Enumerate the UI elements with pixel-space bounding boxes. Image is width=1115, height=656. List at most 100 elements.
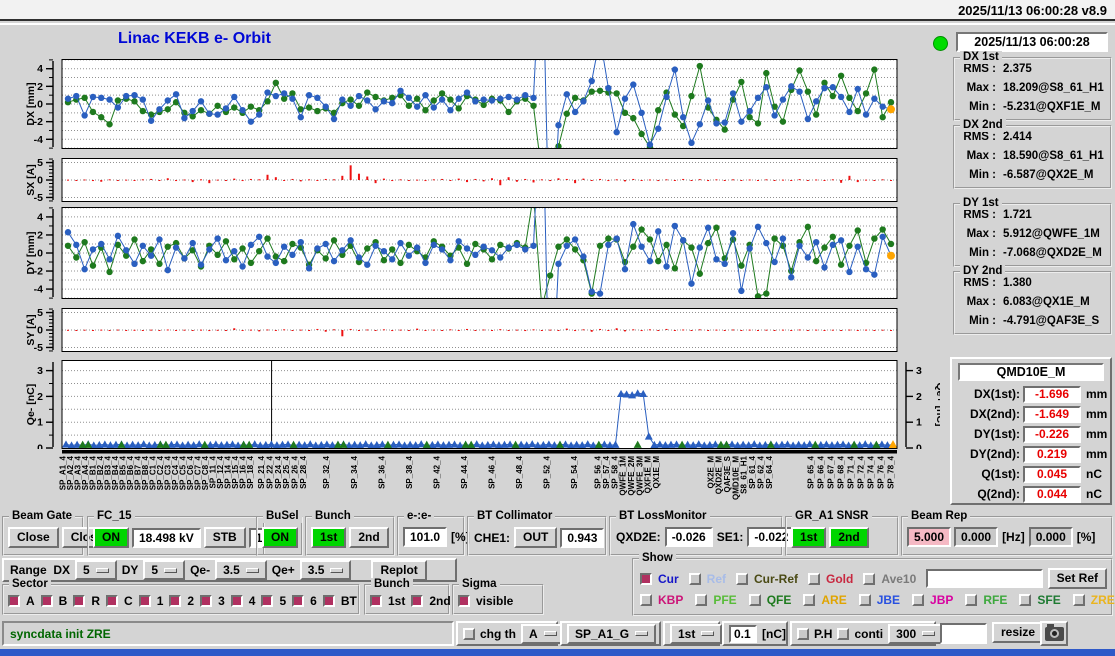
camera-icon [1044,623,1064,641]
checkbox-sector-bt[interactable] [322,595,335,607]
stats-group-dy-2nd: DY 2nd RMS :1.380 Max :6.083@QX1E_M Min : -4… [953,265,1112,335]
group-legend: GR_A1 SNSR [792,510,872,523]
checkbox-bunch-1st[interactable] [370,595,382,607]
dropdown-value: 3.5 [223,563,240,577]
checkbox-show-sfe[interactable] [1019,594,1032,606]
beam-rep-5-000-field[interactable]: 5.000 [907,527,952,547]
bottom-box-3: [nC] [722,621,788,646]
stat-label: Max : [966,228,996,240]
checkbox-show-jbp[interactable] [912,594,925,606]
checkbox-sector-3[interactable] [200,595,213,607]
svg-text:SP_34_4: SP_34_4 [350,455,359,488]
stats-group-dx-2nd: DX 2nd RMS :2.414 Max :18.590@S8_61_H1 Min … [953,119,1112,189]
free-input[interactable] [940,623,987,644]
gr-a1-snsr-1st-button[interactable]: 1st [791,527,827,548]
checkbox-sector-2[interactable] [169,595,182,607]
check-group-bunch: Bunch 1st 2nd [364,578,451,615]
checkbox-show-zre[interactable] [1072,594,1085,606]
svg-text:5: 5 [37,308,43,319]
bottom-box-0: chg th A [456,621,565,646]
checkbox-show-are[interactable] [803,594,816,606]
bottom-box-1: SP_A1_G [560,621,661,646]
checkbox-show-qfe[interactable] [748,594,761,606]
sy-steering-chart: 5 0 -5 SY [A] [0,307,940,354]
stat-value: 6.083@QX1E_M [1003,296,1090,308]
checkbox-chg-th[interactable] [463,627,475,640]
dropdown-sp-a1-g[interactable]: SP_A1_G [567,623,657,644]
stat-value: 18.590@S8_61_H1 [1003,150,1104,162]
e-e-101-0-field[interactable]: 101.0 [403,527,448,547]
checkbox-sector-b[interactable] [40,595,53,607]
range-label-qe: Qe- [190,563,211,577]
dropdown-1st[interactable]: 1st [670,623,723,644]
busel-on-button[interactable]: ON [262,527,298,548]
show-row-1: Cur Ref Cur-Ref Gold Ave10 Set Ref [640,568,1107,589]
dropdown-bar-icon [701,631,715,636]
checkbox-show-ave10[interactable] [863,572,876,585]
checkbox-sector-4[interactable] [230,595,243,607]
dropdown-value: 300 [896,626,917,641]
screenshot-button[interactable] [1040,621,1068,646]
checkbox-show-pfe[interactable] [695,594,708,606]
checkbox-sector-r[interactable] [73,595,86,607]
dropdown-bar-icon [330,567,344,573]
checkbox-sector-c[interactable] [106,595,119,607]
svg-text:SP_32_4: SP_32_4 [322,455,331,488]
svg-text:SP_42_4: SP_42_4 [432,455,441,488]
show-label-cur: Cur [658,571,679,586]
bt-collimator-0-943-field[interactable]: 0.943 [560,527,605,548]
checkbox-p-h[interactable] [797,627,809,640]
dropdown-300[interactable]: 300 [888,623,944,644]
stats-group-dx-1st: DX 1st RMS :2.375 Max :18.209@S8_61_H1 Min … [953,51,1112,121]
monitor-row-value: 0.219 [1023,445,1081,463]
monitor-row-value: -0.226 [1023,425,1081,443]
checkbox-show-kbp[interactable] [640,594,652,606]
range-dropdown-3[interactable]: 5 [143,560,186,580]
page-title: Linac KEKB e- Orbit [118,30,271,47]
range-dropdown-5[interactable]: 3.5 [215,560,267,580]
ref-name-input[interactable] [926,569,1043,588]
show-panel: Show Cur Ref Cur-Ref Gold Ave10 Set Ref KBP PFE Q… [632,552,1115,616]
svg-text:Qe+ [nC]: Qe+ [nC] [934,382,940,426]
fc-15-on-button[interactable]: ON [93,527,129,548]
bunch-2nd-button[interactable]: 2nd [349,527,389,548]
stat-line: Min : -4.791@QAF3E_S [955,311,1110,330]
fc-15-18-498-kv-field[interactable]: 18.498 kV [132,527,201,548]
checkbox-sector-6[interactable] [292,595,305,607]
range-label-dy: DY [121,563,139,577]
checkbox-sector-a[interactable] [8,595,20,607]
checkbox-show-cur-ref[interactable] [736,572,749,585]
checkbox-sector-1[interactable] [138,595,151,607]
threshold-input[interactable] [729,624,757,643]
stat-line: Max : 18.590@S8_61_H1 [955,146,1110,165]
bunch-1st-button[interactable]: 1st [311,527,347,548]
gr-a1-snsr-2nd-button[interactable]: 2nd [829,527,869,548]
checkbox-sigma-visible[interactable] [458,595,470,607]
monitor-row-label: Q(2nd): [977,487,1020,501]
set-ref-button[interactable]: Set Ref [1047,568,1107,589]
checkbox-show-jbe[interactable] [858,594,871,606]
stat-label: Min : [969,101,996,113]
fc-15-stb-button[interactable]: STB [203,527,246,548]
monitor-row-label: DX(2nd): [970,407,1020,421]
range-dropdown-7[interactable]: 3.5 [299,560,352,580]
checkbox-show-cur[interactable] [640,572,652,585]
resize-button[interactable]: resize [992,622,1045,643]
svg-text:SP_67_4: SP_67_4 [827,455,836,488]
checkbox-show-rfe[interactable] [965,594,978,606]
bt-collimator-out-button[interactable]: OUT [514,527,558,548]
checkbox-bunch-2nd[interactable] [411,595,424,607]
monitor-row: Q(1st): 0.045 nC [954,464,1108,484]
svg-text:SP_76_4: SP_76_4 [877,455,886,488]
checkbox-sector-5[interactable] [261,595,274,607]
checkbox-show-ref[interactable] [688,572,701,585]
dropdown-a[interactable]: A [521,623,565,644]
dx-orbit-chart: 4 2 0 -2 -4 DX [mm] [0,59,940,149]
range-dropdown-1[interactable]: 5 [75,560,117,580]
show-label-jbe: JBE [876,593,901,607]
checkbox-label: 4 [248,594,256,608]
bt-lossmonitor-0-026-field[interactable]: -0.026 [664,527,713,547]
beam-gate-close-button[interactable]: Close [8,527,59,548]
checkbox-conti[interactable] [837,627,850,640]
checkbox-show-gold[interactable] [808,572,821,585]
